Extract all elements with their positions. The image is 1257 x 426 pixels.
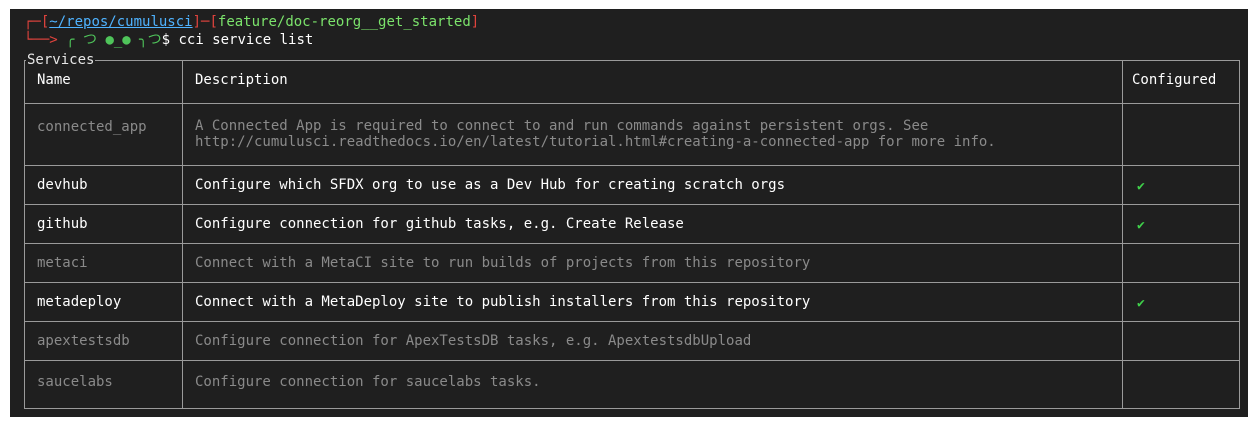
service-description: Configure connection for saucelabs tasks… xyxy=(195,374,541,390)
service-name: apextestsdb xyxy=(37,333,130,349)
command-text: cci service list xyxy=(178,32,314,48)
header-configured: Configured xyxy=(1132,72,1217,88)
configured-check-icon: ✔ xyxy=(1137,179,1145,194)
table-row: metaci Connect with a MetaCI site to run… xyxy=(25,244,1239,282)
services-table: Name Description Configured connected_ap… xyxy=(24,60,1240,409)
service-name: saucelabs xyxy=(37,374,113,390)
table-header: Name Description Configured xyxy=(25,61,1239,103)
prompt-line-1: ┌─[~/repos/cumulusci]─[feature/doc-reorg… xyxy=(24,14,480,30)
prompt-dollar: $ xyxy=(161,32,171,48)
configured-check-icon: ✔ xyxy=(1137,296,1145,311)
configured-check-icon: ✔ xyxy=(1137,218,1145,233)
table-title: Services xyxy=(26,52,96,68)
table-row: saucelabs Configure connection for sauce… xyxy=(25,361,1239,408)
service-description: Configure connection for ApexTestsDB tas… xyxy=(195,333,752,349)
service-description-cont: http://cumulusci.readthedocs.io/en/lates… xyxy=(195,134,996,150)
header-description: Description xyxy=(195,72,288,88)
prompt-branch: feature/doc-reorg__get_started xyxy=(217,14,471,30)
prompt-line-2: └──> ╭ つ ●_● ╮つ$ cci service list xyxy=(24,32,314,48)
service-name: metadeploy xyxy=(37,294,122,310)
header-name: Name xyxy=(37,72,71,88)
service-name: github xyxy=(37,216,88,232)
service-description: Configure connection for github tasks, e… xyxy=(195,216,684,232)
service-name: devhub xyxy=(37,177,88,193)
service-description: Connect with a MetaCI site to run builds… xyxy=(195,255,811,271)
table-row: devhub Configure which SFDX org to use a… xyxy=(25,166,1239,204)
table-row: github Configure connection for github t… xyxy=(25,205,1239,243)
table-row: metadeploy Connect with a MetaDeploy sit… xyxy=(25,283,1239,321)
prompt-face: ╭ つ ●_● ╮つ xyxy=(66,32,162,48)
service-description: Connect with a MetaDeploy site to publis… xyxy=(195,294,811,310)
table-row: connected_app A Connected App is require… xyxy=(25,104,1239,165)
service-name: metaci xyxy=(37,255,88,271)
terminal-window[interactable]: ┌─[~/repos/cumulusci]─[feature/doc-reorg… xyxy=(10,9,1248,417)
service-description: Configure which SFDX org to use as a Dev… xyxy=(195,177,786,193)
table-row: apextestsdb Configure connection for Ape… xyxy=(25,322,1239,360)
prompt-path: ~/repos/cumulusci xyxy=(49,14,193,30)
service-name: connected_app xyxy=(37,119,147,135)
